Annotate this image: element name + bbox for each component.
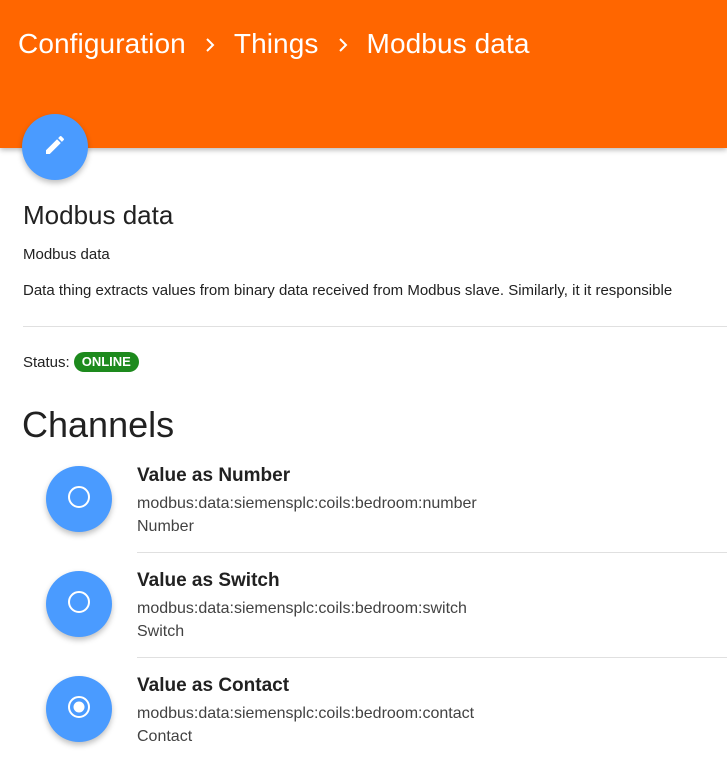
divider xyxy=(137,552,727,553)
channel-uid: modbus:data:siemensplc:coils:bedroom:num… xyxy=(137,495,477,512)
breadcrumb-things[interactable]: Things xyxy=(234,28,319,60)
radio-checked-icon xyxy=(66,694,92,725)
chevron-right-icon xyxy=(319,31,367,57)
channel-uid: modbus:data:siemensplc:coils:bedroom:con… xyxy=(137,705,475,722)
channel-name[interactable]: Value as Switch xyxy=(137,569,467,593)
channel-link-toggle[interactable] xyxy=(46,571,112,637)
thing-title: Modbus data xyxy=(23,200,174,230)
channel-link-toggle[interactable] xyxy=(46,466,112,532)
chevron-right-icon xyxy=(186,31,234,57)
breadcrumb: Configuration Things Modbus data xyxy=(18,28,530,60)
radio-unchecked-icon xyxy=(66,589,92,620)
channels-heading: Channels xyxy=(22,404,175,445)
channel-item: Value as Switch modbus:data:siemensplc:c… xyxy=(0,569,727,677)
status-label: Status: xyxy=(23,353,70,371)
channel-name[interactable]: Value as Contact xyxy=(137,674,474,698)
channel-text: Value as Switch modbus:data:siemensplc:c… xyxy=(137,569,467,642)
divider xyxy=(23,326,727,327)
pencil-icon xyxy=(43,133,67,162)
channel-text: Value as Contact modbus:data:siemensplc:… xyxy=(137,674,475,747)
channel-link-toggle[interactable] xyxy=(46,676,112,742)
status-badge: ONLINE xyxy=(73,352,139,372)
channel-item: Value as Contact modbus:data:siemensplc:… xyxy=(0,674,727,782)
divider xyxy=(137,657,727,658)
edit-button[interactable] xyxy=(22,114,88,180)
channel-uid: modbus:data:siemensplc:coils:bedroom:swi… xyxy=(137,600,467,617)
channel-type: Contact xyxy=(137,728,193,745)
radio-unchecked-icon xyxy=(66,484,92,515)
breadcrumb-current: Modbus data xyxy=(366,28,530,59)
channel-text: Value as Number modbus:data:siemensplc:c… xyxy=(137,464,477,537)
channel-item: Value as Number modbus:data:siemensplc:c… xyxy=(0,464,727,572)
channel-name[interactable]: Value as Number xyxy=(137,464,477,488)
thing-label: Modbus data xyxy=(23,246,110,263)
status-row: Status: ONLINE xyxy=(23,352,139,372)
channel-type: Switch xyxy=(137,623,185,640)
app-header: Configuration Things Modbus data xyxy=(0,0,727,148)
breadcrumb-configuration[interactable]: Configuration xyxy=(18,28,186,60)
thing-description: Data thing extracts values from binary d… xyxy=(23,282,673,299)
channel-type: Number xyxy=(137,518,194,535)
